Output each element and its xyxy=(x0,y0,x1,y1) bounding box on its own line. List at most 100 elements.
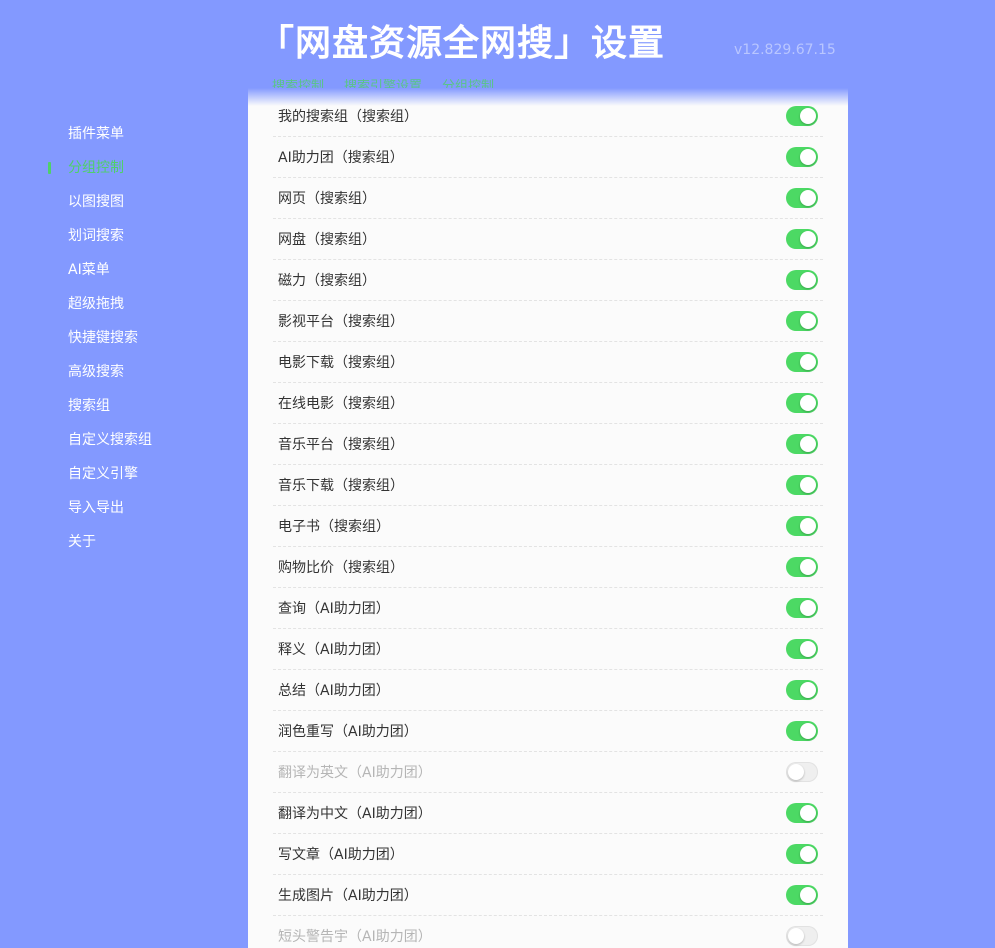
setting-label: 写文章（AI助力团） xyxy=(278,847,404,863)
setting-row: 释义（AI助力团） xyxy=(273,629,823,670)
setting-row: 我的搜索组（搜索组） xyxy=(273,96,823,137)
toggle-knob xyxy=(800,477,816,493)
setting-row: 音乐下载（搜索组） xyxy=(273,465,823,506)
toggle-switch[interactable] xyxy=(786,803,818,823)
toggle-switch[interactable] xyxy=(786,475,818,495)
setting-row: 写文章（AI助力团） xyxy=(273,834,823,875)
page-title: 「网盘资源全网搜」设置 xyxy=(258,23,666,64)
toggle-knob xyxy=(800,846,816,862)
toggle-knob xyxy=(800,190,816,206)
setting-row: 网盘（搜索组） xyxy=(273,219,823,260)
setting-label: 在线电影（搜索组） xyxy=(278,396,404,412)
toggle-knob xyxy=(800,149,816,165)
sidebar-item[interactable]: 超级拖拽 xyxy=(0,290,240,324)
toggle-knob xyxy=(800,559,816,575)
setting-label: 音乐平台（搜索组） xyxy=(278,437,404,453)
toggle-knob xyxy=(800,641,816,657)
toggle-knob xyxy=(800,272,816,288)
toggle-switch[interactable] xyxy=(786,434,818,454)
setting-row: 音乐平台（搜索组） xyxy=(273,424,823,465)
setting-label: 短头警告宇（AI助力团） xyxy=(278,929,432,945)
setting-row: 电子书（搜索组） xyxy=(273,506,823,547)
toggle-knob xyxy=(800,313,816,329)
sidebar-item[interactable]: AI菜单 xyxy=(0,256,240,290)
toggle-switch[interactable] xyxy=(786,598,818,618)
sidebar-item[interactable]: 自定义引擎 xyxy=(0,460,240,494)
setting-label: 翻译为中文（AI助力团） xyxy=(278,806,432,822)
toggle-switch[interactable] xyxy=(786,680,818,700)
setting-row: 在线电影（搜索组） xyxy=(273,383,823,424)
sidebar-item[interactable]: 划词搜索 xyxy=(0,222,240,256)
setting-label: 查询（AI助力团） xyxy=(278,601,390,617)
settings-panel: 我的搜索组（搜索组） AI助力团（搜索组） 网页（搜索组） 网盘（搜索组） 磁力（搜索组… xyxy=(248,88,848,948)
toggle-switch[interactable] xyxy=(786,229,818,249)
toggle-knob xyxy=(800,108,816,124)
toggle-switch[interactable] xyxy=(786,311,818,331)
setting-row: 总结（AI助力团） xyxy=(273,670,823,711)
setting-label: 购物比价（搜索组） xyxy=(278,560,404,576)
toggle-switch[interactable] xyxy=(786,721,818,741)
setting-row: 生成图片（AI助力团） xyxy=(273,875,823,916)
setting-label: 翻译为英文（AI助力团） xyxy=(278,765,432,781)
setting-label: 释义（AI助力团） xyxy=(278,642,390,658)
setting-row: 翻译为中文（AI助力团） xyxy=(273,793,823,834)
setting-label: 总结（AI助力团） xyxy=(278,683,390,699)
toggle-knob xyxy=(800,518,816,534)
setting-label: 生成图片（AI助力团） xyxy=(278,888,418,904)
toggle-knob xyxy=(800,600,816,616)
setting-label: 网页（搜索组） xyxy=(278,191,376,207)
setting-row: AI助力团（搜索组） xyxy=(273,137,823,178)
toggle-switch[interactable] xyxy=(786,106,818,126)
sidebar-item[interactable]: 导入导出 xyxy=(0,494,240,528)
toggle-switch[interactable] xyxy=(786,393,818,413)
toggle-knob xyxy=(800,436,816,452)
toggle-knob xyxy=(800,682,816,698)
setting-row: 磁力（搜索组） xyxy=(273,260,823,301)
setting-label: 磁力（搜索组） xyxy=(278,273,376,289)
toggle-knob xyxy=(788,928,804,944)
sidebar-item[interactable]: 搜索组 xyxy=(0,392,240,426)
toggle-knob xyxy=(800,887,816,903)
setting-label: AI助力团（搜索组） xyxy=(278,150,404,166)
toggle-knob xyxy=(800,231,816,247)
sidebar-item[interactable]: 快捷键搜索 xyxy=(0,324,240,358)
version-label: v12.829.67.15 xyxy=(734,42,836,58)
sidebar-item[interactable]: 关于 xyxy=(0,528,240,562)
toggle-switch[interactable] xyxy=(786,639,818,659)
sidebar-item[interactable]: 自定义搜索组 xyxy=(0,426,240,460)
setting-row: 电影下载（搜索组） xyxy=(273,342,823,383)
toggle-switch[interactable] xyxy=(786,352,818,372)
setting-label: 影视平台（搜索组） xyxy=(278,314,404,330)
setting-label: 润色重写（AI助力团） xyxy=(278,724,418,740)
setting-row: 润色重写（AI助力团） xyxy=(273,711,823,752)
setting-row: 网页（搜索组） xyxy=(273,178,823,219)
setting-row: 查询（AI助力团） xyxy=(273,588,823,629)
toggle-switch[interactable] xyxy=(786,147,818,167)
toggle-switch[interactable] xyxy=(786,557,818,577)
toggle-switch[interactable] xyxy=(786,516,818,536)
toggle-switch[interactable] xyxy=(786,762,818,782)
setting-label: 音乐下载（搜索组） xyxy=(278,478,404,494)
setting-row: 短头警告宇（AI助力团） xyxy=(273,916,823,948)
setting-label: 网盘（搜索组） xyxy=(278,232,376,248)
toggle-knob xyxy=(800,723,816,739)
sidebar-item[interactable]: 分组控制 xyxy=(0,154,240,188)
setting-row: 影视平台（搜索组） xyxy=(273,301,823,342)
sidebar: 插件菜单 分组控制 以图搜图 划词搜索 AI菜单 超级拖拽 快捷键搜索 高级搜索 搜索组 自定义搜… xyxy=(0,120,240,562)
sidebar-item[interactable]: 以图搜图 xyxy=(0,188,240,222)
setting-label: 电影下载（搜索组） xyxy=(278,355,404,371)
toggle-switch[interactable] xyxy=(786,188,818,208)
sidebar-item[interactable]: 插件菜单 xyxy=(0,120,240,154)
setting-label: 电子书（搜索组） xyxy=(278,519,390,535)
toggle-switch[interactable] xyxy=(786,885,818,905)
toggle-switch[interactable] xyxy=(786,844,818,864)
toggle-switch[interactable] xyxy=(786,270,818,290)
setting-row: 翻译为英文（AI助力团） xyxy=(273,752,823,793)
toggle-knob xyxy=(800,354,816,370)
settings-list: 我的搜索组（搜索组） AI助力团（搜索组） 网页（搜索组） 网盘（搜索组） 磁力（搜索组… xyxy=(273,96,823,948)
toggle-knob xyxy=(800,805,816,821)
setting-row: 购物比价（搜索组） xyxy=(273,547,823,588)
toggle-switch[interactable] xyxy=(786,926,818,946)
setting-label: 我的搜索组（搜索组） xyxy=(278,109,418,125)
sidebar-item[interactable]: 高级搜索 xyxy=(0,358,240,392)
